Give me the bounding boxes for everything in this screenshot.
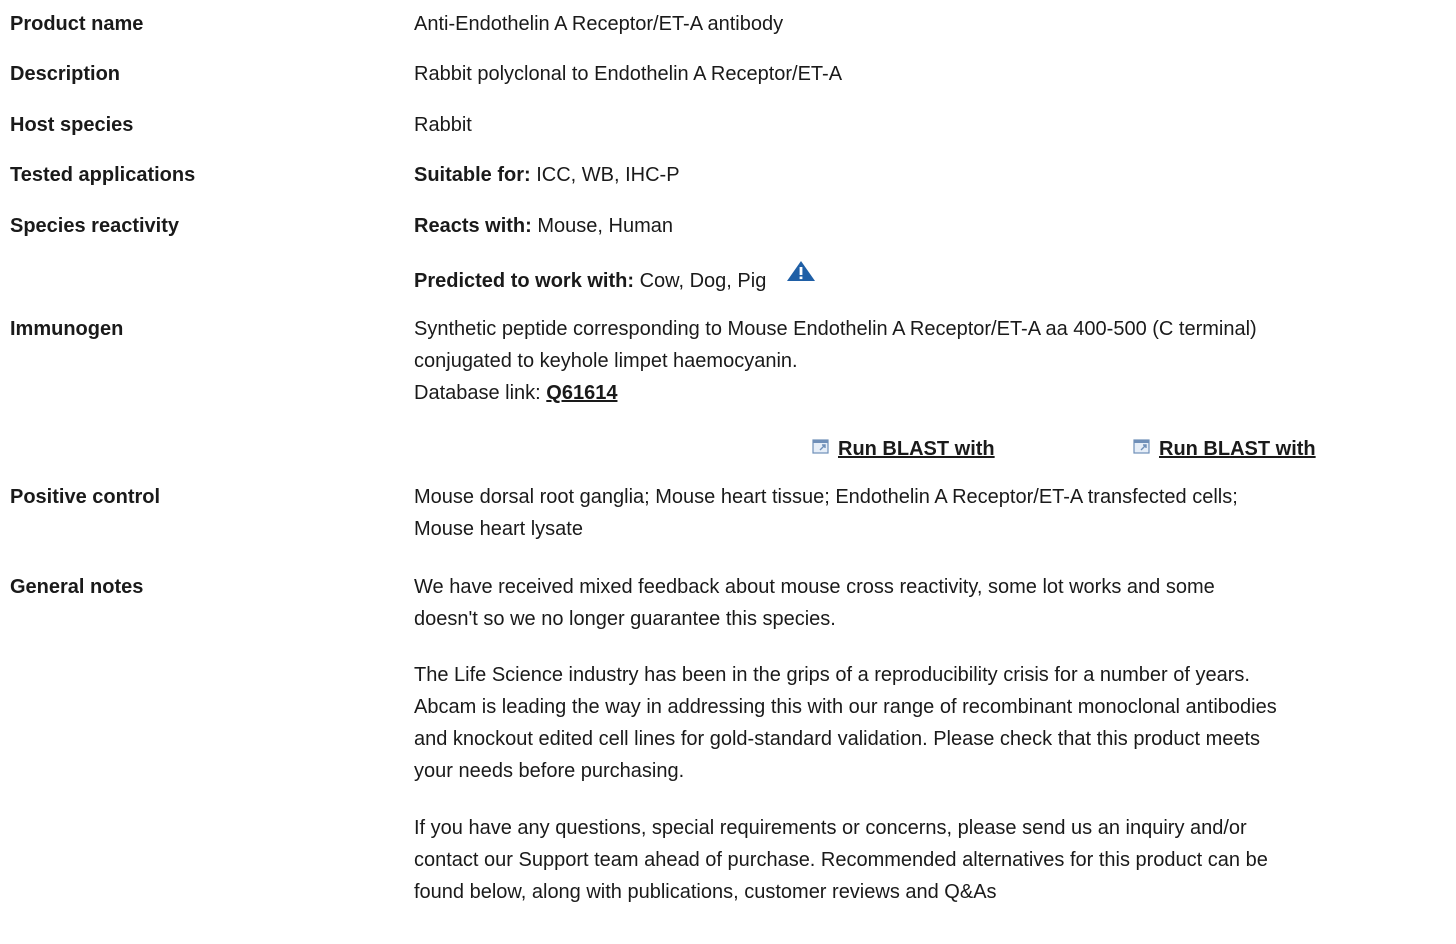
notes-p2-line-3: and knockout edited cell lines for gold-… [414, 728, 1261, 750]
immunogen-line-1: Synthetic peptide corresponding to Mouse… [414, 318, 1257, 340]
positive-control-line-1: Mouse dorsal root ganglia; Mouse heart t… [414, 486, 1238, 508]
value-host-species: Rabbit [414, 114, 472, 136]
product-datasheet: Product name Anti-Endothelin A Receptor/… [0, 0, 1456, 944]
warning-icon[interactable] [786, 260, 816, 292]
predicted-prefix: Predicted to work with: [414, 270, 635, 292]
notes-p3-line-3: found below, along with publications, cu… [414, 881, 997, 903]
notes-p3-line-1: If you have any questions, special requi… [414, 817, 1247, 839]
suitable-for-prefix: Suitable for: [414, 164, 531, 186]
label-host-species: Host species [10, 114, 134, 136]
value-immunogen: Synthetic peptide corresponding to Mouse… [414, 313, 1440, 409]
notes-p2-line-4: your needs before purchasing. [414, 760, 685, 782]
label-product-name: Product name [10, 13, 144, 35]
notes-p3-line-2: contact our Support team ahead of purcha… [414, 849, 1268, 871]
value-positive-control: Mouse dorsal root ganglia; Mouse heart t… [414, 481, 1440, 545]
label-positive-control: Positive control [10, 486, 161, 508]
value-general-notes-p2: The Life Science industry has been in th… [414, 659, 1440, 787]
external-link-icon [812, 432, 830, 464]
value-predicted: Predicted to work with: Cow, Dog, Pig [414, 260, 1440, 298]
notes-p1-line-1: We have received mixed feedback about mo… [414, 576, 1215, 598]
value-product-name: Anti-Endothelin A Receptor/ET-A antibody [414, 13, 784, 35]
reacts-with-prefix: Reacts with: [414, 215, 532, 237]
value-reacts-with: Reacts with: Mouse, Human [414, 210, 1440, 242]
value-description: Rabbit polyclonal to Endothelin A Recept… [414, 63, 843, 85]
notes-p2-line-1: The Life Science industry has been in th… [414, 664, 1250, 686]
suitable-for-value: ICC, WB, IHC-P [530, 164, 680, 186]
blast-link-1-wrap: Run BLAST with [812, 433, 995, 466]
notes-p1-line-2: doesn't so we no longer guarantee this s… [414, 608, 836, 630]
reacts-with-value: Mouse, Human [531, 215, 673, 237]
database-link-prefix: Database link: [414, 382, 547, 404]
value-tested-applications: Suitable for: ICC, WB, IHC-P [414, 159, 1440, 191]
blast-link-2-wrap: Run BLAST with [1133, 433, 1316, 466]
positive-control-line-2: Mouse heart lysate [414, 518, 583, 540]
notes-p2-line-2: Abcam is leading the way in addressing t… [414, 696, 1277, 718]
external-link-icon [1133, 432, 1151, 464]
immunogen-line-2: conjugated to keyhole limpet haemocyanin… [414, 350, 798, 372]
run-blast-link-2[interactable]: Run BLAST with [1159, 438, 1316, 460]
database-link-line: Database link: Q61614 [414, 377, 1440, 409]
label-tested-applications: Tested applications [10, 164, 196, 186]
predicted-value: Cow, Dog, Pig [634, 270, 767, 292]
run-blast-link-1[interactable]: Run BLAST with [838, 438, 995, 460]
label-description: Description [10, 63, 121, 85]
label-species-reactivity: Species reactivity [10, 215, 179, 237]
value-general-notes-p3: If you have any questions, special requi… [414, 812, 1440, 908]
value-general-notes: We have received mixed feedback about mo… [414, 571, 1440, 635]
label-immunogen: Immunogen [10, 318, 124, 340]
database-link-q61614[interactable]: Q61614 [546, 382, 617, 404]
label-general-notes: General notes [10, 576, 144, 598]
